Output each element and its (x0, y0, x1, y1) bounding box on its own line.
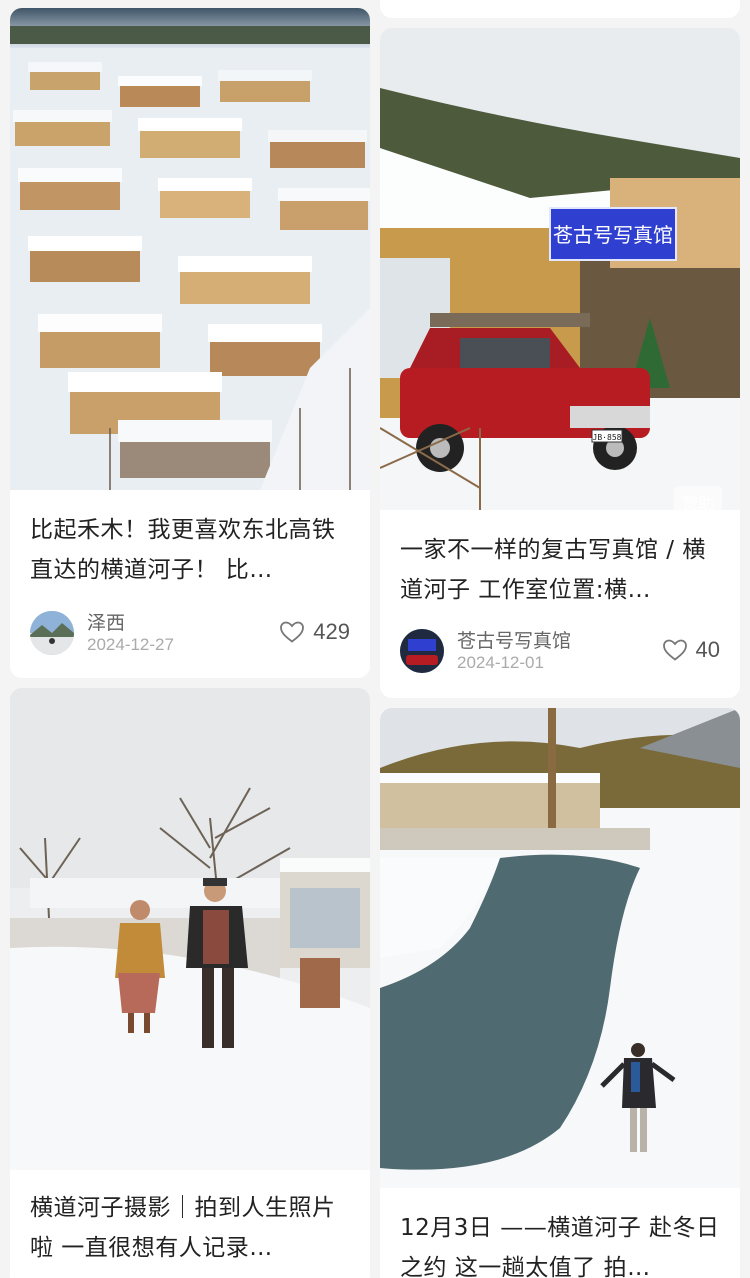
avatar[interactable] (400, 629, 444, 673)
post-title[interactable]: 比起禾木！我更喜欢东北高铁直达的横道河子！ 比… (30, 510, 356, 590)
post-image-snowy-village[interactable] (10, 8, 370, 490)
like-count: 429 (313, 619, 350, 644)
like-button[interactable]: 40 (662, 636, 720, 664)
avatar[interactable] (30, 611, 74, 655)
author-name[interactable]: 苍古号写真馆 (457, 626, 571, 653)
post-image-couple-running[interactable] (10, 688, 370, 1170)
post-image-frozen-river[interactable] (380, 708, 740, 1188)
previous-card-bottom (380, 0, 740, 18)
sponsored-badge: 赞助 (673, 486, 722, 518)
author-name[interactable]: 泽西 (87, 608, 125, 635)
shop-sign-text: 苍古号写真馆 (553, 223, 673, 247)
post-meta: 苍古号写真馆 2024-12-01 40 (400, 626, 720, 676)
post-date: 2024-12-27 (87, 635, 174, 654)
heart-outline-icon (280, 621, 305, 643)
post-card[interactable]: 比起禾木！我更喜欢东北高铁直达的横道河子！ 比… 泽西 2024-12-27 4… (10, 8, 370, 678)
post-meta: 泽西 2024-12-27 429 (30, 608, 350, 658)
post-image-red-car-studio[interactable]: 苍古号写真馆 JB·858 赞助 (380, 28, 740, 518)
post-card[interactable]: 横道河子摄影｜拍到人生照片啦 一直很想有人记录… (10, 688, 370, 1278)
like-button[interactable]: 429 (279, 618, 350, 646)
post-date: 2024-12-01 (457, 653, 544, 672)
like-count: 40 (695, 637, 720, 662)
post-title[interactable]: 横道河子摄影｜拍到人生照片啦 一直很想有人记录… (30, 1188, 356, 1268)
heart-outline-icon (662, 639, 687, 661)
post-title[interactable]: 12月3日 ——横道河子 赴冬日之约 这一趟太值了 拍… (400, 1208, 726, 1278)
license-plate-text: JB·858 (593, 433, 622, 442)
post-card[interactable]: 苍古号写真馆 JB·858 赞助 一家不一样的复古写真馆 / 横道河子 工作室位 (380, 28, 740, 698)
post-card[interactable]: 12月3日 ——横道河子 赴冬日之约 这一趟太值了 拍… (380, 708, 740, 1278)
post-title[interactable]: 一家不一样的复古写真馆 / 横道河子 工作室位置:横… (400, 530, 726, 610)
